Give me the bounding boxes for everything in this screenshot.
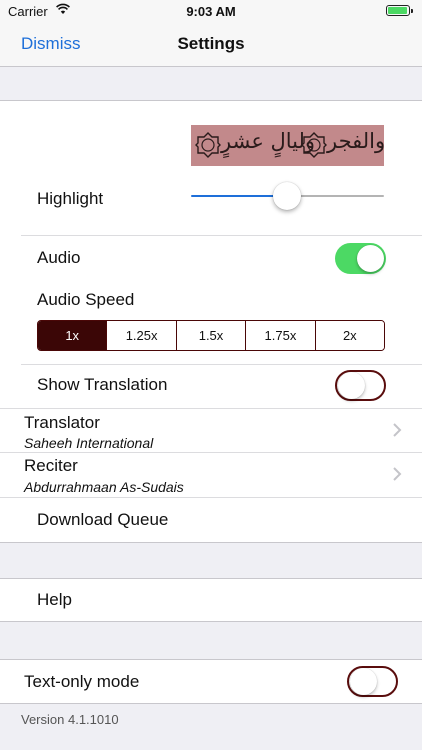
slider-thumb[interactable] [273,182,301,210]
highlight-preview-image: وليالٍ عشرٍ والفجر [191,125,386,166]
reciter-label: Reciter [24,456,78,475]
ayah-marker-icon [301,132,327,158]
speed-option-1-5x[interactable]: 1.5x [175,321,246,350]
status-bar: Carrier 9:03 AM [0,0,422,22]
row-divider [0,497,422,498]
toggle-knob [350,668,377,695]
row-divider [0,452,422,453]
text-only-mode-label: Text-only mode [24,672,140,691]
audio-label: Audio [37,248,81,267]
row-divider [0,408,422,409]
row-divider [21,235,422,236]
audio-toggle[interactable] [335,243,386,274]
chevron-right-icon [393,467,402,481]
show-translation-label: Show Translation [37,375,168,394]
audio-speed-label: Audio Speed [37,290,135,309]
audio-speed-selector[interactable]: 1x 1.25x 1.5x 1.75x 2x [37,320,385,351]
chevron-right-icon [393,423,402,437]
help-button[interactable]: Help [37,590,72,610]
download-queue-button[interactable]: Download Queue [37,510,168,530]
highlight-label: Highlight [37,189,104,208]
arabic-calligraphy: والفجر [327,129,386,153]
translator-value: Saheeh International [24,435,154,451]
speed-option-1-25x[interactable]: 1.25x [106,321,176,350]
show-translation-toggle[interactable] [335,370,386,401]
speed-option-1-75x[interactable]: 1.75x [245,321,315,350]
text-only-mode-toggle[interactable] [347,666,398,697]
version-label: Version 4.1.1010 [21,712,119,727]
battery-icon [386,5,413,16]
speed-option-2x[interactable]: 2x [314,321,384,350]
row-divider [21,364,422,365]
speed-option-1x[interactable]: 1x [38,321,107,350]
toggle-knob [338,372,365,399]
ayah-marker-icon [195,132,221,158]
slider-track-filled [191,195,286,197]
clock-time: 9:03 AM [186,4,236,19]
navigation-bar: Dismiss Settings [0,22,422,67]
translator-label: Translator [24,413,100,432]
toggle-knob [357,245,384,272]
page-title: Settings [177,34,245,53]
reciter-value: Abdurrahmaan As-Sudais [24,479,184,495]
